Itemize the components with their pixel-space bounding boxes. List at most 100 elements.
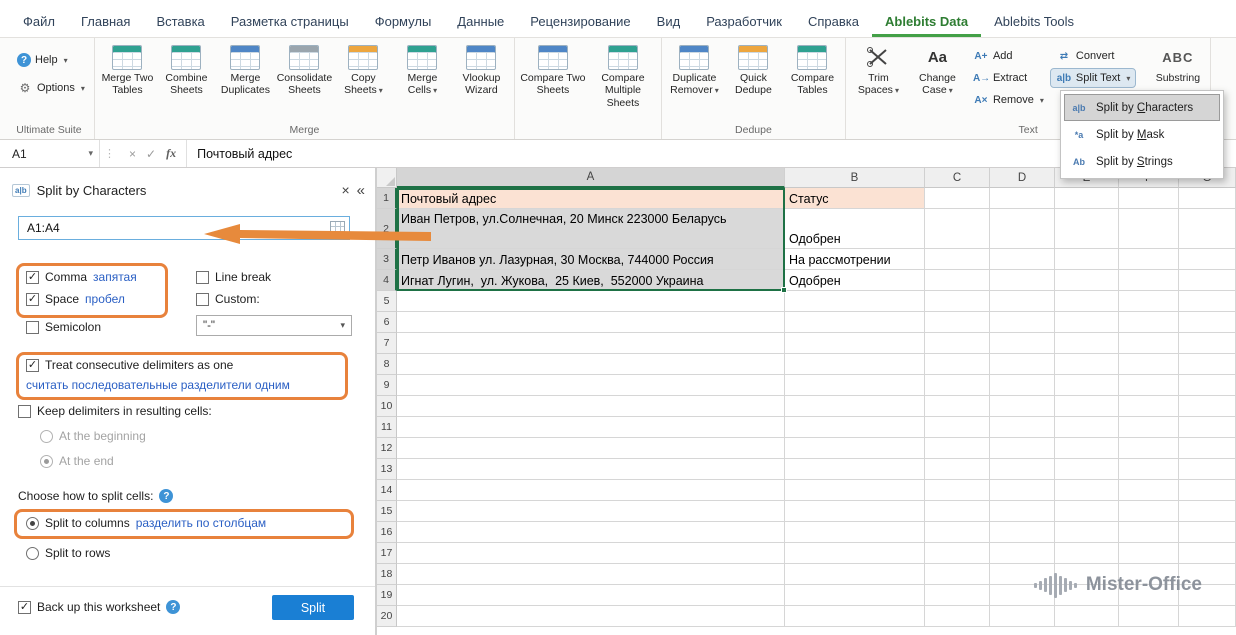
cell-a4[interactable]: Игнат Лугин, ул. Жукова, 25 Киев, 552000…	[397, 270, 785, 291]
row-header-8[interactable]: 8	[377, 354, 397, 375]
cell-d12[interactable]	[990, 438, 1055, 459]
cell-e17[interactable]	[1055, 543, 1119, 564]
cell-g15[interactable]	[1179, 501, 1236, 522]
cell-d4[interactable]	[990, 270, 1055, 291]
cell-b4[interactable]: Одобрен	[785, 270, 925, 291]
cell-b10[interactable]	[785, 396, 925, 417]
cell-g4[interactable]	[1179, 270, 1236, 291]
select-all-corner[interactable]	[377, 168, 397, 188]
cell-c13[interactable]	[925, 459, 990, 480]
cell-c7[interactable]	[925, 333, 990, 354]
row-header-3[interactable]: 3	[377, 249, 397, 270]
cell-c18[interactable]	[925, 564, 990, 585]
ribbon-button-duplicate-remover[interactable]: Duplicate Remover ▾	[666, 41, 723, 97]
cell-g6[interactable]	[1179, 312, 1236, 333]
cell-a7[interactable]	[397, 333, 785, 354]
ribbon-tab-главная[interactable]: Главная	[68, 4, 143, 37]
cell-b1[interactable]: Статус	[785, 188, 925, 209]
cell-g3[interactable]	[1179, 249, 1236, 270]
ribbon-tab-справка[interactable]: Справка	[795, 4, 872, 37]
row-header-18[interactable]: 18	[377, 564, 397, 585]
cell-a18[interactable]	[397, 564, 785, 585]
comma-checkbox[interactable]	[26, 270, 39, 284]
menu-item-split-by-strings[interactable]: Ab Split by Strings	[1064, 148, 1220, 175]
at-beginning-radio[interactable]	[40, 429, 53, 443]
cell-g5[interactable]	[1179, 291, 1236, 312]
cell-f10[interactable]	[1119, 396, 1179, 417]
row-header-19[interactable]: 19	[377, 585, 397, 606]
ribbon-tab-рецензирование[interactable]: Рецензирование	[517, 4, 643, 37]
change-case-button[interactable]: Aa Change Case ▾	[909, 41, 966, 97]
ribbon-tab-формулы[interactable]: Формулы	[362, 4, 445, 37]
cell-c4[interactable]	[925, 270, 990, 291]
cell-f5[interactable]	[1119, 291, 1179, 312]
cell-a20[interactable]	[397, 606, 785, 627]
row-header-6[interactable]: 6	[377, 312, 397, 333]
cell-b8[interactable]	[785, 354, 925, 375]
help-icon[interactable]: ?	[159, 489, 174, 503]
cell-g1[interactable]	[1179, 188, 1236, 209]
ribbon-tab-ablebits-tools[interactable]: Ablebits Tools	[981, 4, 1087, 37]
cell-a6[interactable]	[397, 312, 785, 333]
cell-b12[interactable]	[785, 438, 925, 459]
collapse-icon[interactable]: «	[357, 183, 365, 198]
cell-f1[interactable]	[1119, 188, 1179, 209]
cell-g12[interactable]	[1179, 438, 1236, 459]
ribbon-button-quick-dedupe[interactable]: Quick Dedupe	[725, 41, 782, 97]
cell-d17[interactable]	[990, 543, 1055, 564]
column-header-a[interactable]: A	[397, 168, 785, 188]
ribbon-button-compare-tables[interactable]: Compare Tables	[784, 41, 841, 97]
cell-g11[interactable]	[1179, 417, 1236, 438]
ribbon-tab-разметка-страницы[interactable]: Разметка страницы	[218, 4, 362, 37]
enter-icon[interactable]: ✓	[146, 147, 156, 161]
custom-checkbox[interactable]	[196, 292, 209, 306]
cell-g20[interactable]	[1179, 606, 1236, 627]
menu-item-split-by-characters[interactable]: a|b Split by Characters	[1064, 94, 1220, 121]
ribbon-button-merge-duplicates[interactable]: Merge Duplicates	[217, 41, 274, 97]
cell-d16[interactable]	[990, 522, 1055, 543]
keep-delimiters-checkbox[interactable]	[18, 404, 31, 418]
cell-e12[interactable]	[1055, 438, 1119, 459]
cell-f16[interactable]	[1119, 522, 1179, 543]
cell-d5[interactable]	[990, 291, 1055, 312]
split-text-button[interactable]: a|b Split Text ▾	[1049, 68, 1137, 88]
cell-g2[interactable]	[1179, 209, 1236, 249]
row-header-13[interactable]: 13	[377, 459, 397, 480]
cell-d6[interactable]	[990, 312, 1055, 333]
cell-b18[interactable]	[785, 564, 925, 585]
cell-d3[interactable]	[990, 249, 1055, 270]
ribbon-button-merge-two-tables[interactable]: Merge Two Tables	[99, 41, 156, 97]
cell-a1[interactable]: Почтовый адрес	[397, 188, 785, 209]
cell-g13[interactable]	[1179, 459, 1236, 480]
cell-g16[interactable]	[1179, 522, 1236, 543]
cell-d7[interactable]	[990, 333, 1055, 354]
row-header-7[interactable]: 7	[377, 333, 397, 354]
cell-e1[interactable]	[1055, 188, 1119, 209]
cell-f4[interactable]	[1119, 270, 1179, 291]
cell-e11[interactable]	[1055, 417, 1119, 438]
cell-b19[interactable]	[785, 585, 925, 606]
help-icon[interactable]: ?	[166, 600, 181, 614]
cell-c11[interactable]	[925, 417, 990, 438]
cell-c2[interactable]	[925, 209, 990, 249]
cell-f7[interactable]	[1119, 333, 1179, 354]
cell-a10[interactable]	[397, 396, 785, 417]
cell-e14[interactable]	[1055, 480, 1119, 501]
row-header-17[interactable]: 17	[377, 543, 397, 564]
cell-b11[interactable]	[785, 417, 925, 438]
backup-checkbox[interactable]	[18, 600, 31, 614]
cell-c20[interactable]	[925, 606, 990, 627]
split-to-columns-radio[interactable]	[26, 516, 39, 530]
ribbon-button-compare-two-sheets[interactable]: Compare Two Sheets	[519, 41, 587, 97]
column-header-c[interactable]: C	[925, 168, 990, 188]
help-button[interactable]: ? Help ▾	[12, 50, 73, 70]
cell-b17[interactable]	[785, 543, 925, 564]
cell-d20[interactable]	[990, 606, 1055, 627]
cell-g8[interactable]	[1179, 354, 1236, 375]
split-button[interactable]: Split	[272, 595, 354, 620]
cell-c6[interactable]	[925, 312, 990, 333]
column-header-d[interactable]: D	[990, 168, 1055, 188]
cell-c19[interactable]	[925, 585, 990, 606]
ribbon-tab-вид[interactable]: Вид	[644, 4, 694, 37]
cell-d15[interactable]	[990, 501, 1055, 522]
